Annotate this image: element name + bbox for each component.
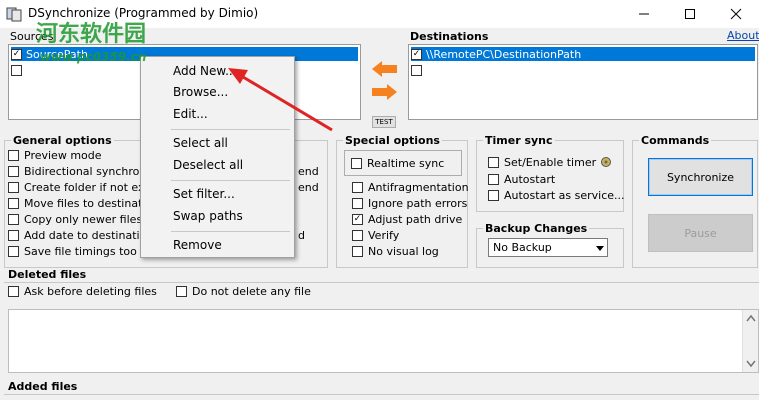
create-folder-option[interactable]: Create folder if not exist (8, 181, 158, 194)
menu-item-swap-paths[interactable]: Swap paths (173, 209, 243, 223)
maximize-button[interactable] (667, 0, 713, 28)
close-button[interactable] (713, 0, 759, 28)
autostart-service-option[interactable]: Autostart as service... (488, 189, 625, 202)
source-checkbox[interactable]: ✓ (11, 48, 22, 60)
divider (4, 282, 759, 283)
synchronize-button[interactable]: Synchronize (648, 158, 753, 196)
test-button[interactable]: TEST (372, 116, 396, 128)
pause-button[interactable]: Pause (648, 214, 753, 252)
arrow-right-icon[interactable] (372, 83, 398, 101)
watermark-url: www.pc0359.cn (40, 50, 147, 64)
chevron-down-icon (596, 245, 604, 251)
deleted-files-label: Deleted files (8, 268, 87, 281)
commands-label: Commands (639, 134, 712, 147)
antifragmentation-option[interactable]: Antifragmentation (352, 181, 469, 194)
added-files-label: Added files (8, 380, 78, 393)
backup-changes-label: Backup Changes (483, 222, 590, 235)
deleted-files-log[interactable] (8, 309, 759, 373)
scroll-up-icon[interactable] (746, 314, 756, 322)
menu-separator (171, 180, 290, 181)
annotation-arrow-icon (228, 68, 333, 132)
menu-item-set-filter[interactable]: Set filter... (173, 187, 235, 201)
do-not-delete-option[interactable]: Do not delete any file (176, 285, 311, 298)
menu-separator (171, 231, 290, 232)
destination-checkbox[interactable]: ✓ (411, 48, 422, 60)
preview-mode-option[interactable]: Preview mode (8, 149, 102, 162)
truncated-text: end (298, 181, 319, 194)
backup-select[interactable]: No Backup (488, 238, 608, 257)
list-item[interactable] (411, 63, 755, 77)
no-visual-log-option[interactable]: No visual log (352, 245, 439, 258)
verify-option[interactable]: Verify (352, 229, 399, 242)
about-link[interactable]: About (727, 29, 759, 42)
scrollbar[interactable] (742, 310, 758, 372)
bidirectional-option[interactable]: Bidirectional synchronize (8, 165, 162, 178)
destinations-label: Destinations (408, 30, 491, 43)
copy-newer-option[interactable]: Copy only newer files (8, 213, 142, 226)
ask-before-delete-option[interactable]: Ask before deleting files (8, 285, 157, 298)
save-timings-option[interactable]: Save file timings too (8, 245, 137, 258)
app-icon (6, 7, 22, 22)
minimize-icon (639, 13, 649, 15)
realtime-sync-toggle[interactable]: Realtime sync (344, 150, 462, 176)
menu-item-deselect-all[interactable]: Deselect all (173, 158, 243, 172)
add-date-option[interactable]: Add date to destination (8, 229, 153, 242)
minimize-button[interactable] (621, 0, 667, 28)
timer-sync-label: Timer sync (483, 134, 555, 147)
truncated-text: end (298, 165, 319, 178)
general-options-label: General options (11, 134, 114, 147)
list-item[interactable]: ✓ \\RemotePC\DestinationPath (411, 47, 755, 61)
timer-icon[interactable] (600, 156, 612, 168)
set-timer-option[interactable]: Set/Enable timer (488, 156, 596, 169)
close-icon (730, 8, 742, 20)
menu-item-edit[interactable]: Edit... (173, 107, 208, 121)
maximize-icon (685, 9, 695, 19)
truncated-text: d (298, 229, 305, 242)
adjust-path-drive-option[interactable]: ✓ Adjust path drive (352, 213, 462, 226)
menu-item-remove[interactable]: Remove (173, 238, 222, 252)
autostart-option[interactable]: Autostart (488, 173, 555, 186)
special-options-label: Special options (343, 134, 442, 147)
scroll-down-icon[interactable] (746, 360, 756, 368)
arrow-left-icon[interactable] (372, 60, 398, 78)
watermark-text: 河东软件园 (36, 22, 147, 47)
move-files-option[interactable]: Move files to destination (8, 197, 159, 210)
destination-checkbox[interactable] (411, 64, 422, 76)
destinations-list[interactable]: ✓ \\RemotePC\DestinationPath (408, 44, 758, 120)
ignore-path-errors-option[interactable]: Ignore path errors (352, 197, 467, 210)
source-checkbox[interactable] (11, 64, 22, 76)
divider (4, 394, 759, 395)
